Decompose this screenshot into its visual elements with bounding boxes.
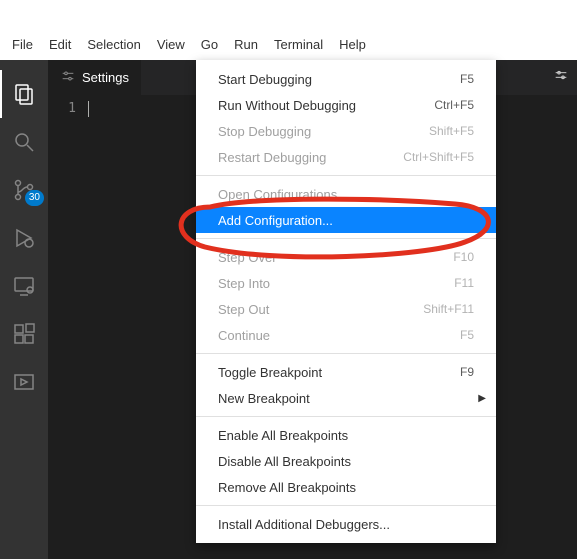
extensions-icon[interactable] <box>0 310 48 358</box>
label: Start Debugging <box>218 72 312 87</box>
menu-edit[interactable]: Edit <box>41 34 79 56</box>
label: Add Configuration... <box>218 213 333 228</box>
menu-run-without-debugging[interactable]: Run Without Debugging Ctrl+F5 <box>196 92 496 118</box>
label: Stop Debugging <box>218 124 311 139</box>
menu-add-configuration[interactable]: Add Configuration... <box>196 207 496 233</box>
menu-terminal[interactable]: Terminal <box>266 34 331 56</box>
label: Step Out <box>218 302 269 317</box>
label: New Breakpoint <box>218 391 310 406</box>
menu-remove-all-breakpoints[interactable]: Remove All Breakpoints <box>196 474 496 500</box>
menu-separator <box>196 353 496 354</box>
chevron-right-icon: ▶ <box>478 393 486 404</box>
titlebar-spacer <box>0 0 577 30</box>
menu-enable-all-breakpoints[interactable]: Enable All Breakpoints <box>196 422 496 448</box>
text-cursor <box>88 101 89 117</box>
menu-run[interactable]: Run <box>226 34 266 56</box>
tab-label: Settings <box>82 70 129 85</box>
label: Step Over <box>218 250 277 265</box>
shortcut: Shift+F5 <box>429 124 474 138</box>
shortcut: Ctrl+Shift+F5 <box>403 150 474 164</box>
settings-tab-icon <box>60 68 76 87</box>
menu-new-breakpoint[interactable]: New Breakpoint ▶ <box>196 385 496 411</box>
menu-stop-debugging: Stop Debugging Shift+F5 <box>196 118 496 144</box>
remote-explorer-icon[interactable] <box>0 262 48 310</box>
menu-disable-all-breakpoints[interactable]: Disable All Breakpoints <box>196 448 496 474</box>
menu-open-configurations: Open Configurations <box>196 181 496 207</box>
source-control-badge: 30 <box>25 190 44 206</box>
run-menu-dropdown: Start Debugging F5 Run Without Debugging… <box>196 60 496 543</box>
shortcut: Ctrl+F5 <box>434 98 474 112</box>
shortcut: F5 <box>460 328 474 342</box>
menu-toggle-breakpoint[interactable]: Toggle Breakpoint F9 <box>196 359 496 385</box>
run-debug-icon[interactable] <box>0 214 48 262</box>
menu-go[interactable]: Go <box>193 34 226 56</box>
shortcut: Shift+F11 <box>423 302 474 316</box>
search-icon[interactable] <box>0 118 48 166</box>
menu-start-debugging[interactable]: Start Debugging F5 <box>196 66 496 92</box>
label: Step Into <box>218 276 270 291</box>
tab-settings[interactable]: Settings <box>48 60 141 95</box>
menu-file[interactable]: File <box>4 34 41 56</box>
menu-separator <box>196 238 496 239</box>
split-editor-icon[interactable] <box>553 68 569 87</box>
label: Toggle Breakpoint <box>218 365 322 380</box>
label: Disable All Breakpoints <box>218 454 351 469</box>
menu-help[interactable]: Help <box>331 34 374 56</box>
label: Continue <box>218 328 270 343</box>
line-number: 1 <box>48 101 76 116</box>
menu-step-over: Step Over F10 <box>196 244 496 270</box>
menu-view[interactable]: View <box>149 34 193 56</box>
shortcut: F10 <box>453 250 474 264</box>
menu-restart-debugging: Restart Debugging Ctrl+Shift+F5 <box>196 144 496 170</box>
label: Restart Debugging <box>218 150 326 165</box>
activity-bar: 30 <box>0 60 48 559</box>
menu-install-additional-debuggers[interactable]: Install Additional Debuggers... <box>196 511 496 537</box>
shortcut: F9 <box>460 365 474 379</box>
menu-step-into: Step Into F11 <box>196 270 496 296</box>
explorer-icon[interactable] <box>0 70 48 118</box>
menu-separator <box>196 175 496 176</box>
label: Open Configurations <box>218 187 337 202</box>
shortcut: F11 <box>454 276 474 290</box>
line-gutter: 1 <box>48 95 88 559</box>
menu-continue: Continue F5 <box>196 322 496 348</box>
source-control-icon[interactable]: 30 <box>0 166 48 214</box>
menubar: File Edit Selection View Go Run Terminal… <box>0 30 577 60</box>
menu-separator <box>196 505 496 506</box>
label: Run Without Debugging <box>218 98 356 113</box>
label: Remove All Breakpoints <box>218 480 356 495</box>
shortcut: F5 <box>460 72 474 86</box>
label: Enable All Breakpoints <box>218 428 348 443</box>
svg-viewer-icon[interactable] <box>0 358 48 406</box>
tab-actions <box>553 60 577 95</box>
menu-separator <box>196 416 496 417</box>
label: Install Additional Debuggers... <box>218 517 390 532</box>
menu-selection[interactable]: Selection <box>79 34 148 56</box>
menu-step-out: Step Out Shift+F11 <box>196 296 496 322</box>
